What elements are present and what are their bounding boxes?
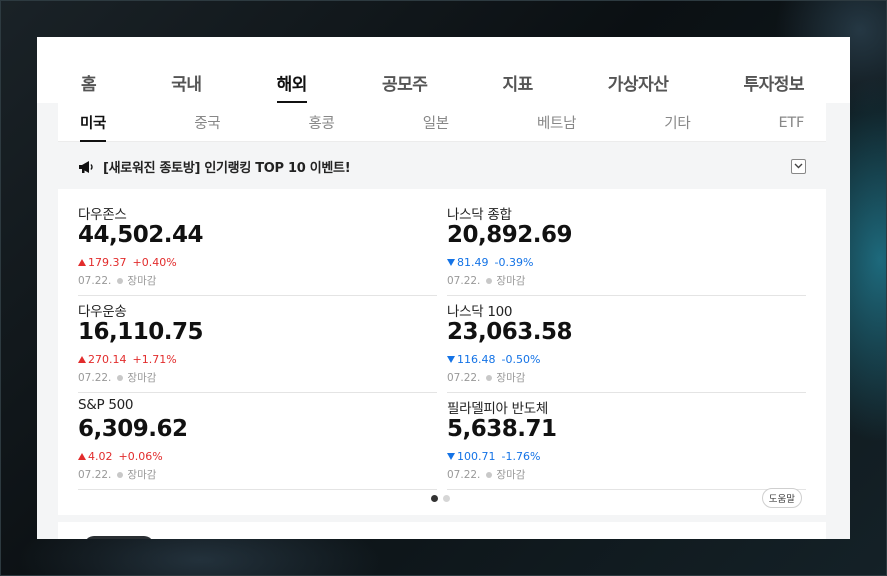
index-value: 16,110.75	[78, 319, 204, 345]
status-dot-icon	[117, 471, 124, 478]
change-percent: +0.06%	[118, 449, 163, 463]
index-date: 07.22.	[78, 274, 112, 287]
notice-banner[interactable]: [새로워진 종토방] 인기랭킹 TOP 10 이벤트!	[58, 143, 826, 189]
index-value: 6,309.62	[78, 416, 188, 442]
triangle-down-icon	[447, 258, 455, 266]
index-name[interactable]: S&P 500	[78, 397, 437, 415]
index-change: 270.14 +1.71%	[78, 352, 437, 366]
market-status: 장마감	[127, 372, 157, 384]
status-dot-icon	[117, 277, 124, 284]
help-button[interactable]: 도움말	[761, 488, 802, 508]
index-meta: 07.22. 장마감	[447, 467, 806, 482]
status-dot-icon	[117, 374, 124, 381]
index-card[interactable]: S&P 500 6,309.62 4.02 +0.06% 07.22. 장마감	[78, 393, 437, 490]
triangle-up-icon	[78, 355, 86, 363]
index-date: 07.22.	[447, 274, 481, 287]
market-status: 장마감	[496, 469, 526, 481]
index-card[interactable]: 필라델피아 반도체 5,638.71 100.71 -1.76% 07.22. …	[447, 393, 806, 490]
subtab-vietnam[interactable]: 베트남	[537, 102, 576, 142]
tab-ipo[interactable]: 공모주	[382, 70, 428, 103]
triangle-down-icon	[447, 355, 455, 363]
index-card[interactable]: 다우운송 16,110.75 270.14 +1.71% 07.22. 장마감	[78, 296, 437, 393]
tab-domestic[interactable]: 국내	[171, 70, 202, 103]
next-section	[58, 522, 826, 539]
index-name[interactable]: 나스닥 100	[447, 300, 806, 320]
subtab-usa[interactable]: 미국	[80, 102, 106, 142]
index-meta: 07.22. 장마감	[447, 370, 806, 385]
index-change: 179.37 +0.40%	[78, 255, 437, 269]
index-value: 5,638.71	[447, 416, 557, 442]
change-amount: 100.71	[457, 449, 496, 463]
index-name[interactable]: 나스닥 종합	[447, 203, 806, 223]
market-status: 장마감	[127, 469, 157, 481]
change-amount: 179.37	[88, 255, 127, 269]
triangle-up-icon	[78, 258, 86, 266]
sub-tab-bar: 미국 중국 홍콩 일본 베트남 기타 ETF	[58, 103, 826, 142]
subtab-china[interactable]: 중국	[194, 102, 220, 142]
market-status: 장마감	[127, 275, 157, 287]
notice-toggle-button[interactable]	[791, 158, 806, 174]
index-list: 다우존스 44,502.44 179.37 +0.40% 07.22. 장마감 …	[58, 189, 826, 515]
notice-text[interactable]: [새로워진 종토방] 인기랭킹 TOP 10 이벤트!	[103, 157, 791, 176]
tab-home[interactable]: 홈	[81, 70, 97, 103]
index-meta: 07.22. 장마감	[78, 467, 437, 482]
index-date: 07.22.	[78, 371, 112, 384]
index-meta: 07.22. 장마감	[78, 370, 437, 385]
change-amount: 81.49	[457, 255, 489, 269]
index-change: 116.48 -0.50%	[447, 352, 806, 366]
change-percent: -0.39%	[494, 255, 534, 269]
market-status: 장마감	[496, 372, 526, 384]
main-tab-bar: 홈 국내 해외 공모주 지표 가상자산 투자정보	[37, 37, 850, 103]
change-percent: -1.76%	[501, 449, 541, 463]
index-card[interactable]: 다우존스 44,502.44 179.37 +0.40% 07.22. 장마감	[78, 199, 437, 296]
chevron-down-icon	[794, 163, 803, 169]
triangle-down-icon	[447, 452, 455, 460]
triangle-up-icon	[78, 452, 86, 460]
market-status: 장마감	[496, 275, 526, 287]
tab-crypto[interactable]: 가상자산	[608, 70, 669, 103]
index-change: 81.49 -0.39%	[447, 255, 806, 269]
index-value: 44,502.44	[78, 222, 204, 248]
index-date: 07.22.	[447, 371, 481, 384]
page-dot[interactable]	[443, 495, 450, 502]
index-change: 100.71 -1.76%	[447, 449, 806, 463]
next-section-pill	[84, 536, 154, 539]
page-dot[interactable]	[431, 495, 438, 502]
change-amount: 270.14	[88, 352, 127, 366]
index-meta: 07.22. 장마감	[447, 273, 806, 288]
tab-investment-info[interactable]: 투자정보	[743, 70, 804, 103]
change-percent: +0.40%	[132, 255, 177, 269]
pagination-dots	[431, 495, 450, 502]
index-name[interactable]: 다우운송	[78, 300, 437, 320]
index-card[interactable]: 나스닥 100 23,063.58 116.48 -0.50% 07.22. 장…	[447, 296, 806, 393]
subtab-japan[interactable]: 일본	[423, 102, 449, 142]
index-date: 07.22.	[447, 468, 481, 481]
change-amount: 116.48	[457, 352, 496, 366]
index-change: 4.02 +0.06%	[78, 449, 437, 463]
tab-indicators[interactable]: 지표	[502, 70, 533, 103]
index-name[interactable]: 다우존스	[78, 203, 437, 223]
change-amount: 4.02	[88, 449, 113, 463]
index-date: 07.22.	[78, 468, 112, 481]
subtab-etf[interactable]: ETF	[779, 105, 805, 140]
index-grid: 다우존스 44,502.44 179.37 +0.40% 07.22. 장마감 …	[78, 199, 806, 490]
status-dot-icon	[486, 374, 493, 381]
index-meta: 07.22. 장마감	[78, 273, 437, 288]
change-percent: +1.71%	[132, 352, 177, 366]
change-percent: -0.50%	[501, 352, 541, 366]
index-card[interactable]: 나스닥 종합 20,892.69 81.49 -0.39% 07.22. 장마감	[447, 199, 806, 296]
index-value: 23,063.58	[447, 319, 573, 345]
index-value: 20,892.69	[447, 222, 573, 248]
subtab-other[interactable]: 기타	[664, 102, 690, 142]
tab-overseas[interactable]: 해외	[276, 70, 307, 103]
finance-panel: 홈 국내 해외 공모주 지표 가상자산 투자정보 미국 중국 홍콩 일본 베트남…	[37, 37, 850, 539]
megaphone-icon	[78, 159, 94, 173]
subtab-hongkong[interactable]: 홍콩	[309, 102, 335, 142]
index-name[interactable]: 필라델피아 반도체	[447, 397, 806, 417]
status-dot-icon	[486, 277, 493, 284]
status-dot-icon	[486, 471, 493, 478]
